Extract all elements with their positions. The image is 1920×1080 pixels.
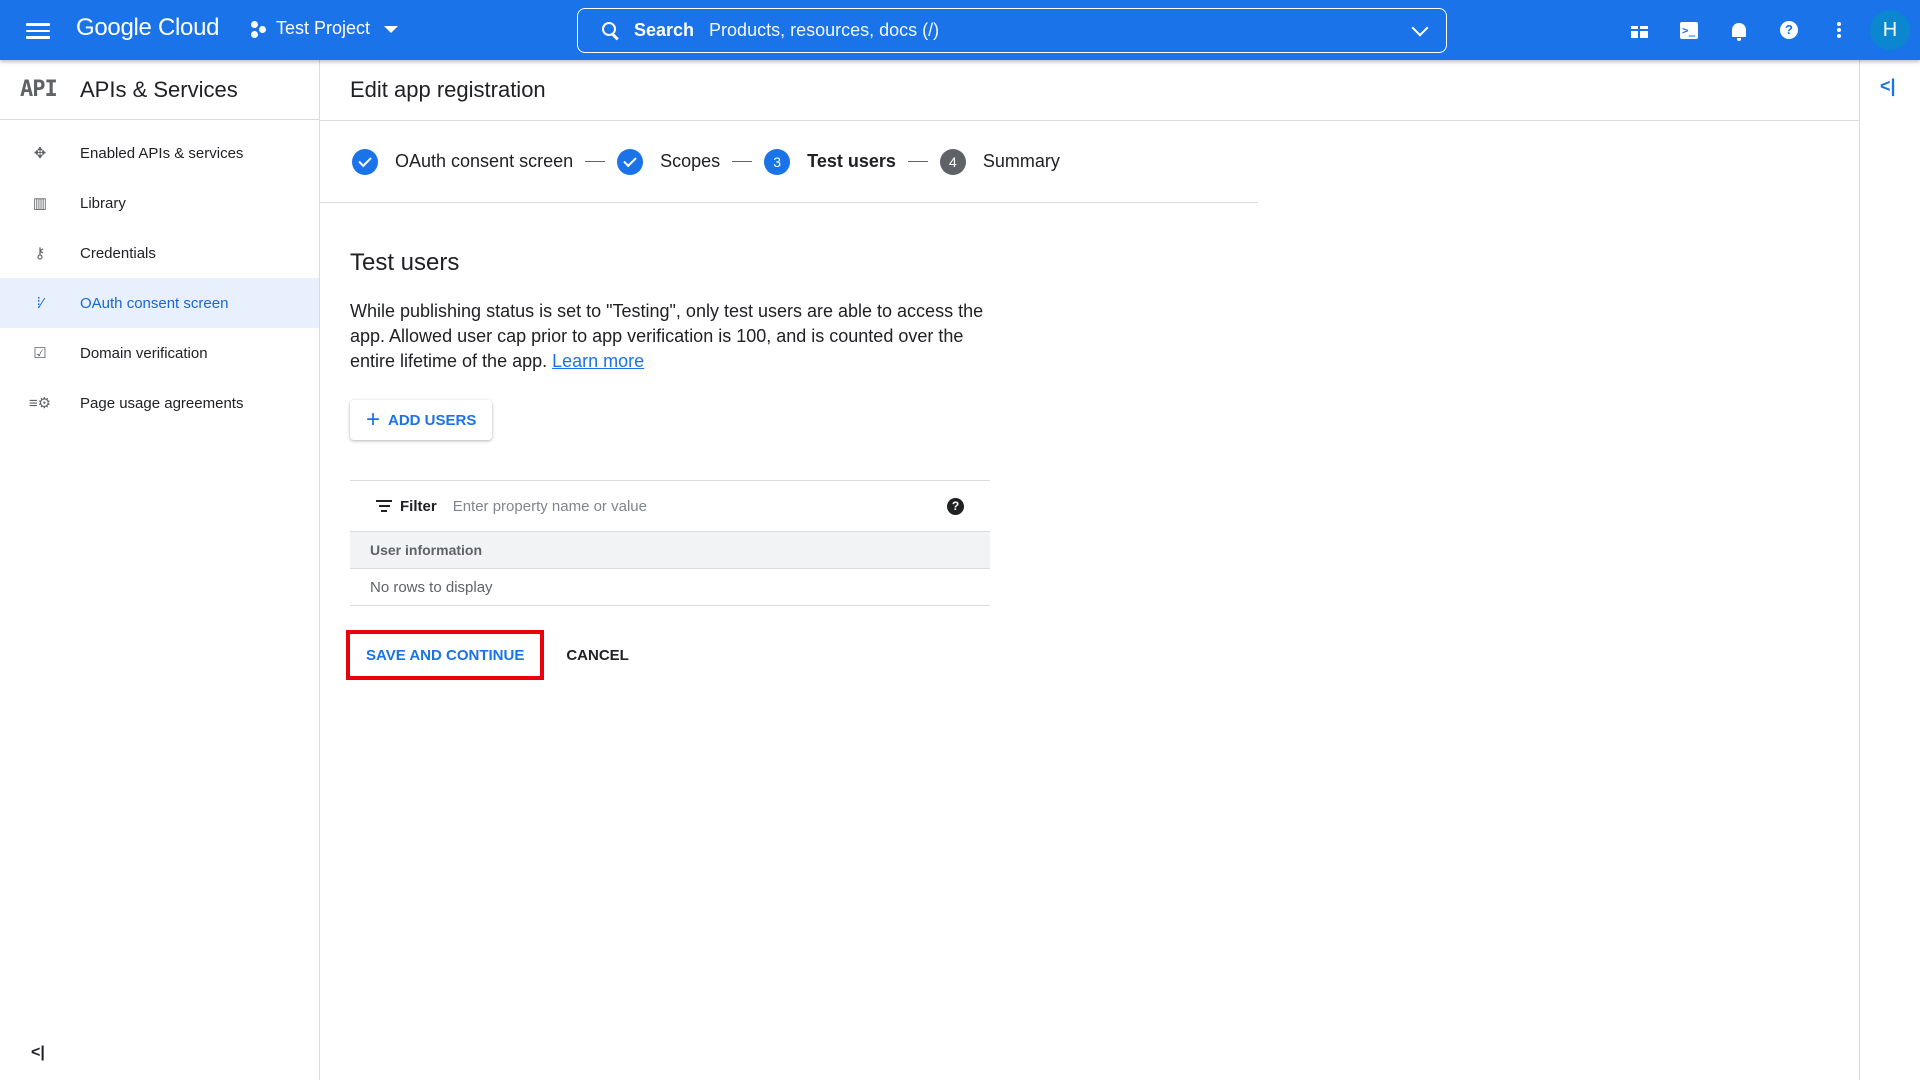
google-cloud-logo[interactable]: Google Cloud: [76, 14, 219, 42]
cloud-shell-button[interactable]: >_: [1664, 0, 1714, 60]
sidebar-item-library[interactable]: ▥ Library: [0, 178, 319, 228]
dropdown-caret-icon: [384, 26, 399, 33]
sidebar-item-credentials[interactable]: ⚷ Credentials: [0, 228, 319, 278]
step-test-users[interactable]: 3 Test users: [764, 148, 896, 175]
filter-icon: [376, 500, 392, 512]
more-options-button[interactable]: [1814, 0, 1864, 60]
enabled-apis-icon: ✥: [33, 145, 47, 162]
cancel-button[interactable]: CANCEL: [566, 647, 629, 664]
gift-button[interactable]: [1614, 0, 1664, 60]
search-bar[interactable]: Search Products, resources, docs (/): [577, 8, 1447, 53]
learn-more-link[interactable]: Learn more: [552, 351, 644, 371]
library-icon: ▥: [32, 195, 48, 212]
step-number: 4: [939, 148, 966, 175]
sidebar-title: APIs & Services: [80, 76, 238, 102]
step-label: Summary: [982, 151, 1060, 171]
step-scopes[interactable]: Scopes: [617, 148, 721, 175]
sidebar: API APIs & Services ✥ Enabled APIs & ser…: [0, 60, 320, 1080]
notifications-button[interactable]: [1714, 0, 1764, 60]
table-header[interactable]: User information: [350, 532, 990, 569]
check-icon: [352, 148, 378, 175]
step-divider: [907, 161, 928, 162]
toolbar-icons: >_ ? H: [1614, 0, 1920, 60]
description-text: While publishing status is set to "Testi…: [350, 301, 984, 371]
step-summary[interactable]: 4 Summary: [939, 148, 1060, 175]
account-avatar[interactable]: H: [1870, 10, 1910, 50]
oauth-consent-icon: ⁞⁄: [36, 294, 44, 312]
section-description: While publishing status is set to "Testi…: [350, 299, 1010, 374]
notifications-icon: [1732, 23, 1746, 41]
page-title: Edit app registration: [350, 77, 546, 102]
project-picker[interactable]: Test Project: [250, 18, 399, 39]
main-menu-icon[interactable]: [26, 19, 50, 41]
sidebar-item-label: Domain verification: [80, 344, 208, 362]
main-content: Edit app registration OAuth consent scre…: [320, 60, 1859, 1080]
top-app-bar: Google Cloud Test Project Search Product…: [0, 0, 1920, 60]
step-number: 3: [764, 148, 791, 175]
empty-message: No rows to display: [370, 578, 493, 596]
api-logo-icon: API: [20, 77, 58, 102]
test-users-table: Filter ? User information No rows to dis…: [350, 480, 990, 606]
step-label: Test users: [807, 151, 896, 171]
test-users-section: Test users While publishing status is se…: [320, 249, 1859, 680]
sidebar-item-enabled-apis[interactable]: ✥ Enabled APIs & services: [0, 128, 319, 178]
empty-table-row: No rows to display: [350, 569, 990, 606]
checkbox-icon: ☑: [33, 345, 47, 362]
sidebar-item-domain-verification[interactable]: ☑ Domain verification: [0, 328, 319, 378]
sidebar-item-label: OAuth consent screen: [80, 294, 229, 312]
search-label: Search: [634, 20, 695, 40]
gift-icon: [1630, 22, 1648, 38]
help-icon[interactable]: ?: [947, 498, 964, 515]
sidebar-nav: ✥ Enabled APIs & services ▥ Library ⚷ Cr…: [0, 120, 319, 428]
stepper: OAuth consent screen Scopes 3 Test users…: [320, 121, 1258, 203]
step-label: OAuth consent screen: [395, 151, 574, 171]
filter-input[interactable]: [452, 497, 933, 515]
step-divider: [732, 161, 753, 162]
save-and-continue-button[interactable]: SAVE AND CONTINUE: [346, 630, 545, 680]
step-oauth-consent[interactable]: OAuth consent screen: [352, 148, 574, 175]
plus-icon: +: [366, 406, 381, 433]
key-icon: ⚷: [34, 245, 46, 262]
settings-list-icon: ≡⚙: [28, 395, 52, 412]
help-icon: ?: [1780, 21, 1798, 39]
help-button[interactable]: ?: [1764, 0, 1814, 60]
expand-panel-icon[interactable]: <|: [1880, 76, 1896, 97]
filter-bar: Filter ?: [350, 481, 990, 532]
collapse-sidebar-icon[interactable]: <|: [31, 1044, 45, 1062]
more-vert-icon: [1837, 22, 1841, 38]
sidebar-header: API APIs & Services: [0, 60, 319, 120]
section-title: Test users: [350, 249, 460, 276]
sidebar-item-label: Credentials: [80, 244, 156, 262]
sidebar-item-label: Page usage agreements: [80, 394, 244, 412]
check-icon: [617, 148, 644, 175]
add-users-label: ADD USERS: [388, 411, 477, 429]
cloud-shell-icon: >_: [1680, 21, 1698, 39]
filter-label: Filter: [400, 497, 437, 515]
step-label: Scopes: [660, 151, 721, 171]
project-icon: [250, 19, 270, 39]
search-icon: [602, 21, 620, 40]
add-users-button[interactable]: + ADD USERS: [350, 400, 493, 440]
form-actions: SAVE AND CONTINUE CANCEL: [346, 630, 1859, 680]
search-placeholder: Products, resources, docs (/): [709, 20, 940, 40]
sidebar-item-oauth-consent[interactable]: ⁞⁄ OAuth consent screen: [0, 278, 319, 328]
sidebar-item-page-usage[interactable]: ≡⚙ Page usage agreements: [0, 378, 319, 428]
sidebar-item-label: Enabled APIs & services: [80, 144, 244, 162]
right-side-panel: <|: [1859, 60, 1920, 1080]
sidebar-item-label: Library: [80, 194, 126, 212]
step-divider: [585, 161, 606, 162]
column-header-user-information: User information: [370, 542, 483, 558]
project-name: Test Project: [276, 18, 371, 38]
page-header: Edit app registration: [320, 60, 1859, 121]
chevron-down-icon[interactable]: [1411, 19, 1429, 37]
